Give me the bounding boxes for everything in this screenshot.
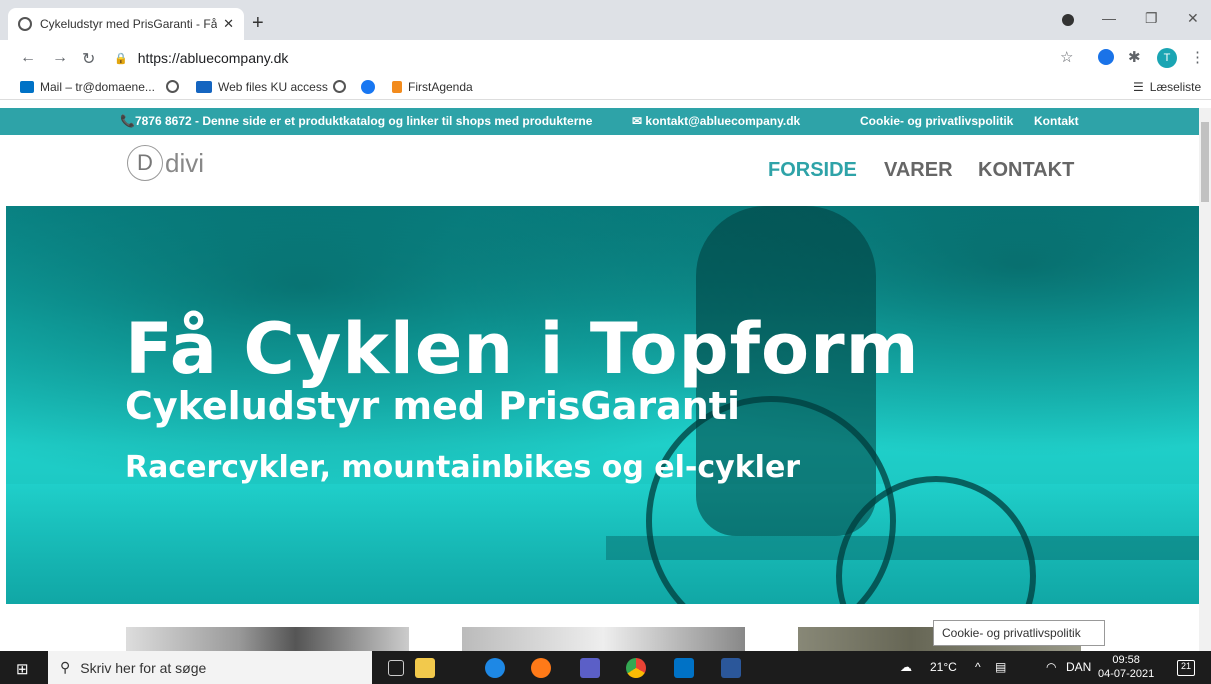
hero-tagline: Racercykler, mountainbikes og el-cykler — [125, 450, 801, 485]
bookmarks-bar: Mail – tr@domaene... Web files KU access… — [0, 76, 1211, 100]
clock-date: 04-07-2021 — [1098, 668, 1155, 680]
extensions-icon[interactable]: ✱ — [1128, 48, 1141, 66]
clock-time: 09:58 — [1112, 654, 1140, 666]
extension-icon[interactable] — [1098, 49, 1114, 65]
bookmark-label: Web files KU access — [218, 80, 328, 94]
search-icon: ⚲ — [60, 659, 71, 675]
outlook-icon — [20, 81, 34, 93]
email-link[interactable]: ✉ kontakt@abluecompany.dk — [632, 114, 800, 128]
weather-temp[interactable]: 21°C — [930, 660, 957, 674]
minimize-icon[interactable]: — — [1102, 10, 1116, 26]
tab-strip: Cykeludstyr med PrisGaranti - Få ✕ + — ❐… — [0, 0, 1211, 40]
close-tab-icon[interactable]: ✕ — [223, 16, 234, 32]
globe-icon — [166, 80, 179, 93]
reading-list-label: Læseliste — [1149, 80, 1202, 94]
bookmark-label: FirstAgenda — [408, 80, 473, 94]
back-icon[interactable]: ← — [20, 49, 36, 67]
word-icon[interactable] — [721, 658, 741, 678]
tray-chevron-icon[interactable]: ^ — [975, 660, 981, 674]
site-top-bar: 📞7876 8672 - Denne side er et produktkat… — [0, 108, 1199, 135]
bookmark-globe-1[interactable] — [166, 80, 185, 93]
globe-icon — [333, 80, 346, 93]
cookie-tooltip: Cookie- og privatlivspolitik — [933, 620, 1105, 646]
close-window-icon[interactable]: ✕ — [1187, 10, 1199, 27]
page-scrollbar[interactable] — [1199, 108, 1211, 651]
restore-icon[interactable]: ❐ — [1145, 10, 1158, 27]
bookmark-flag-icon — [392, 81, 402, 93]
bookmark-firstagenda[interactable]: FirstAgenda — [392, 80, 473, 94]
forward-icon[interactable]: → — [52, 49, 68, 67]
network-icon[interactable]: ▤ — [995, 660, 1006, 674]
url-text: https://abluecompany.dk — [137, 50, 289, 66]
chrome-icon[interactable] — [626, 658, 646, 678]
hero-banner: Få Cyklen i Topform Cykeludstyr med Pris… — [6, 206, 1199, 604]
nav-kontakt[interactable]: KONTAKT — [978, 159, 1074, 182]
bookmark-mail[interactable]: Mail – tr@domaene... — [20, 80, 155, 94]
windows-taskbar: ⊞ ⚲ Skriv her for at søge ☁ 21°C ^ ▤ ◠ D… — [0, 651, 1211, 684]
reading-list-icon: ☰ — [1133, 80, 1144, 94]
product-thumbnail[interactable] — [462, 627, 745, 651]
kuweb-icon — [196, 81, 212, 93]
phone-info: 📞7876 8672 - Denne side er et produktkat… — [120, 114, 593, 128]
search-placeholder: Skriv her for at søge — [80, 659, 207, 676]
tab-search-icon[interactable] — [1062, 14, 1074, 26]
site-header: D divi FORSIDE VARER KONTAKT — [0, 135, 1199, 206]
bookmark-label: Mail – tr@domaene... — [40, 80, 155, 94]
logo-mark: D — [127, 145, 163, 181]
firefox-icon[interactable] — [531, 658, 551, 678]
bookmark-webfiles[interactable]: Web files KU access — [196, 80, 328, 94]
language-indicator[interactable]: DAN — [1066, 660, 1091, 674]
cookie-link[interactable]: Cookie- og privatlivspolitik — [860, 114, 1013, 128]
address-bar[interactable]: 🔒 https://abluecompany.dk — [114, 44, 1090, 72]
hero-title: Få Cyklen i Topform — [125, 308, 920, 390]
edge-icon[interactable] — [485, 658, 505, 678]
lock-icon: 🔒 — [114, 52, 128, 65]
reading-list[interactable]: ☰ Læseliste — [1133, 80, 1201, 94]
scrollbar-thumb[interactable] — [1201, 122, 1209, 202]
hero-subtitle: Cykeludstyr med PrisGaranti — [125, 384, 740, 428]
weather-icon[interactable]: ☁ — [900, 660, 912, 674]
reload-icon[interactable]: ↻ — [82, 49, 95, 69]
site-logo[interactable]: D divi — [127, 145, 204, 181]
task-view-icon[interactable] — [388, 660, 404, 676]
logo-text: divi — [165, 147, 205, 178]
browser-tab[interactable]: Cykeludstyr med PrisGaranti - Få ✕ — [8, 8, 244, 40]
windows-start-icon[interactable]: ⊞ — [16, 660, 29, 678]
tab-title: Cykeludstyr med PrisGaranti - Få — [40, 17, 218, 31]
taskbar-clock[interactable]: 09:58 04-07-2021 — [1098, 653, 1154, 681]
profile-avatar[interactable]: T — [1157, 48, 1177, 68]
site-favicon-icon — [18, 17, 32, 31]
outlook-icon[interactable] — [674, 658, 694, 678]
facebook-icon — [361, 80, 375, 94]
browser-toolbar: ← → ↻ 🔒 https://abluecompany.dk ☆ ✱ ⋮ — [0, 40, 1211, 76]
contact-link[interactable]: Kontakt — [1034, 114, 1079, 128]
nav-forside[interactable]: FORSIDE — [768, 159, 857, 182]
notification-badge[interactable]: 21 — [1177, 660, 1195, 676]
bookmark-facebook[interactable] — [361, 80, 381, 94]
new-tab-button[interactable]: + — [252, 12, 264, 35]
product-thumbnail[interactable] — [126, 627, 409, 651]
taskbar-search[interactable]: ⚲ Skriv her for at søge — [48, 651, 372, 684]
teams-icon[interactable] — [580, 658, 600, 678]
nav-varer[interactable]: VARER — [884, 159, 953, 182]
bookmark-globe-2[interactable] — [333, 80, 352, 93]
menu-icon[interactable]: ⋮ — [1190, 48, 1205, 66]
wifi-icon[interactable]: ◠ — [1046, 660, 1056, 674]
bookmark-star-icon[interactable]: ☆ — [1060, 48, 1073, 66]
file-explorer-icon[interactable] — [415, 658, 435, 678]
